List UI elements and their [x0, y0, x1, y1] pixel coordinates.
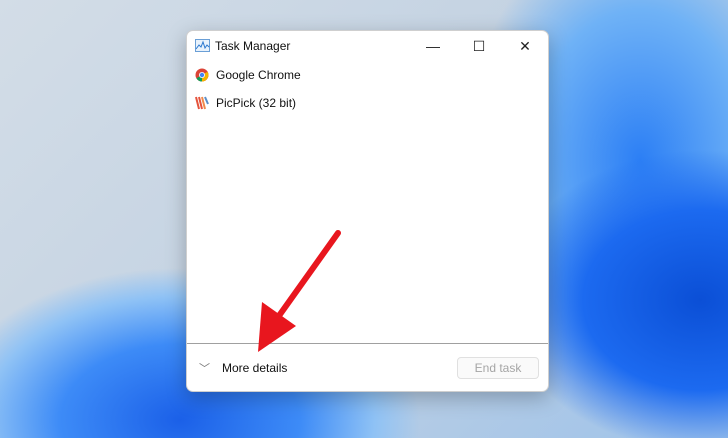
annotation-arrow: [258, 230, 341, 352]
